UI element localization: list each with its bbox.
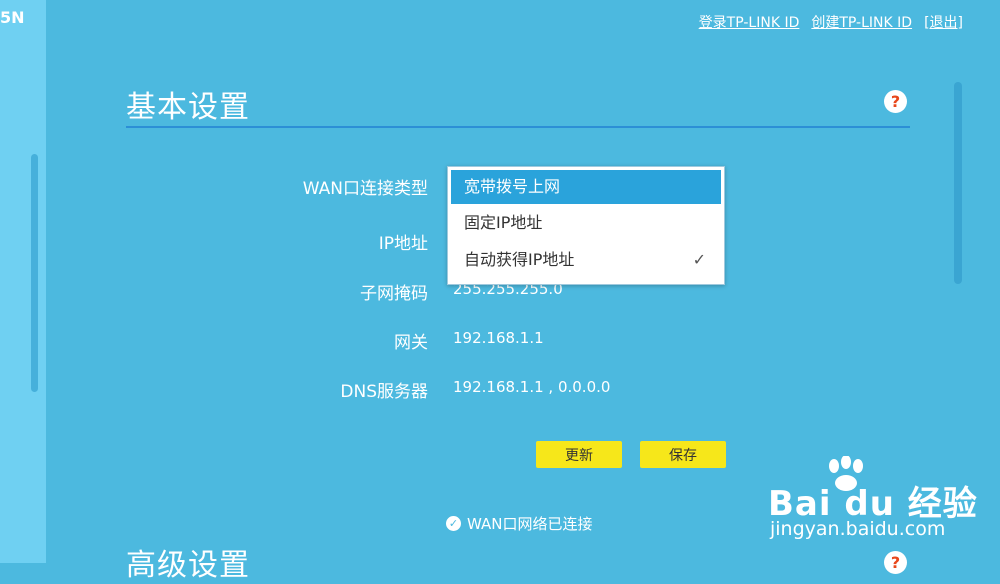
logout-link[interactable]: [退出] <box>924 12 963 32</box>
help-icon[interactable]: ? <box>884 90 907 113</box>
top-links: 登录TP-LINK ID 创建TP-LINK ID [退出] <box>699 12 963 32</box>
wan-status-text: WAN口网络已连接 <box>467 515 593 533</box>
option-pppoe[interactable]: 宽带拨号上网 <box>451 170 721 204</box>
advanced-settings-title: 高级设置 <box>126 548 250 583</box>
dns-server-label: DNS服务器 <box>340 382 428 402</box>
option-label: 固定IP地址 <box>464 213 543 232</box>
create-tplink-id-link[interactable]: 创建TP-LINK ID <box>811 12 912 32</box>
left-sidebar <box>0 0 46 563</box>
option-label: 自动获得IP地址 <box>464 250 575 269</box>
baidu-watermark: Bai du 经验 jingyan.baidu.com <box>764 456 984 548</box>
refresh-button[interactable]: 更新 <box>536 441 622 468</box>
ip-address-label: IP地址 <box>378 234 428 254</box>
option-label: 宽带拨号上网 <box>464 177 561 196</box>
login-tplink-id-link[interactable]: 登录TP-LINK ID <box>699 12 800 32</box>
check-circle-icon: ✓ <box>446 516 461 531</box>
subnet-mask-label: 子网掩码 <box>360 284 428 304</box>
dns-server-value: 192.168.1.1 , 0.0.0.0 <box>453 378 611 396</box>
save-button[interactable]: 保存 <box>640 441 726 468</box>
gateway-value: 192.168.1.1 <box>453 329 544 347</box>
option-static-ip[interactable]: 固定IP地址 <box>448 204 724 241</box>
wan-type-dropdown[interactable]: 宽带拨号上网 固定IP地址 自动获得IP地址 ✓ <box>447 166 725 285</box>
left-scrollbar[interactable] <box>31 154 38 392</box>
basic-settings-title: 基本设置 <box>126 90 250 125</box>
wan-status: ✓ WAN口网络已连接 <box>446 513 593 534</box>
baidu-url: jingyan.baidu.com <box>770 518 946 540</box>
section-divider <box>126 126 910 128</box>
option-dhcp[interactable]: 自动获得IP地址 ✓ <box>448 241 724 278</box>
brand-fragment: 5N <box>0 8 25 27</box>
wan-type-label: WAN口连接类型 <box>302 179 428 199</box>
right-scrollbar[interactable] <box>954 82 962 284</box>
gateway-label: 网关 <box>394 333 428 353</box>
checkmark-icon: ✓ <box>692 250 706 269</box>
